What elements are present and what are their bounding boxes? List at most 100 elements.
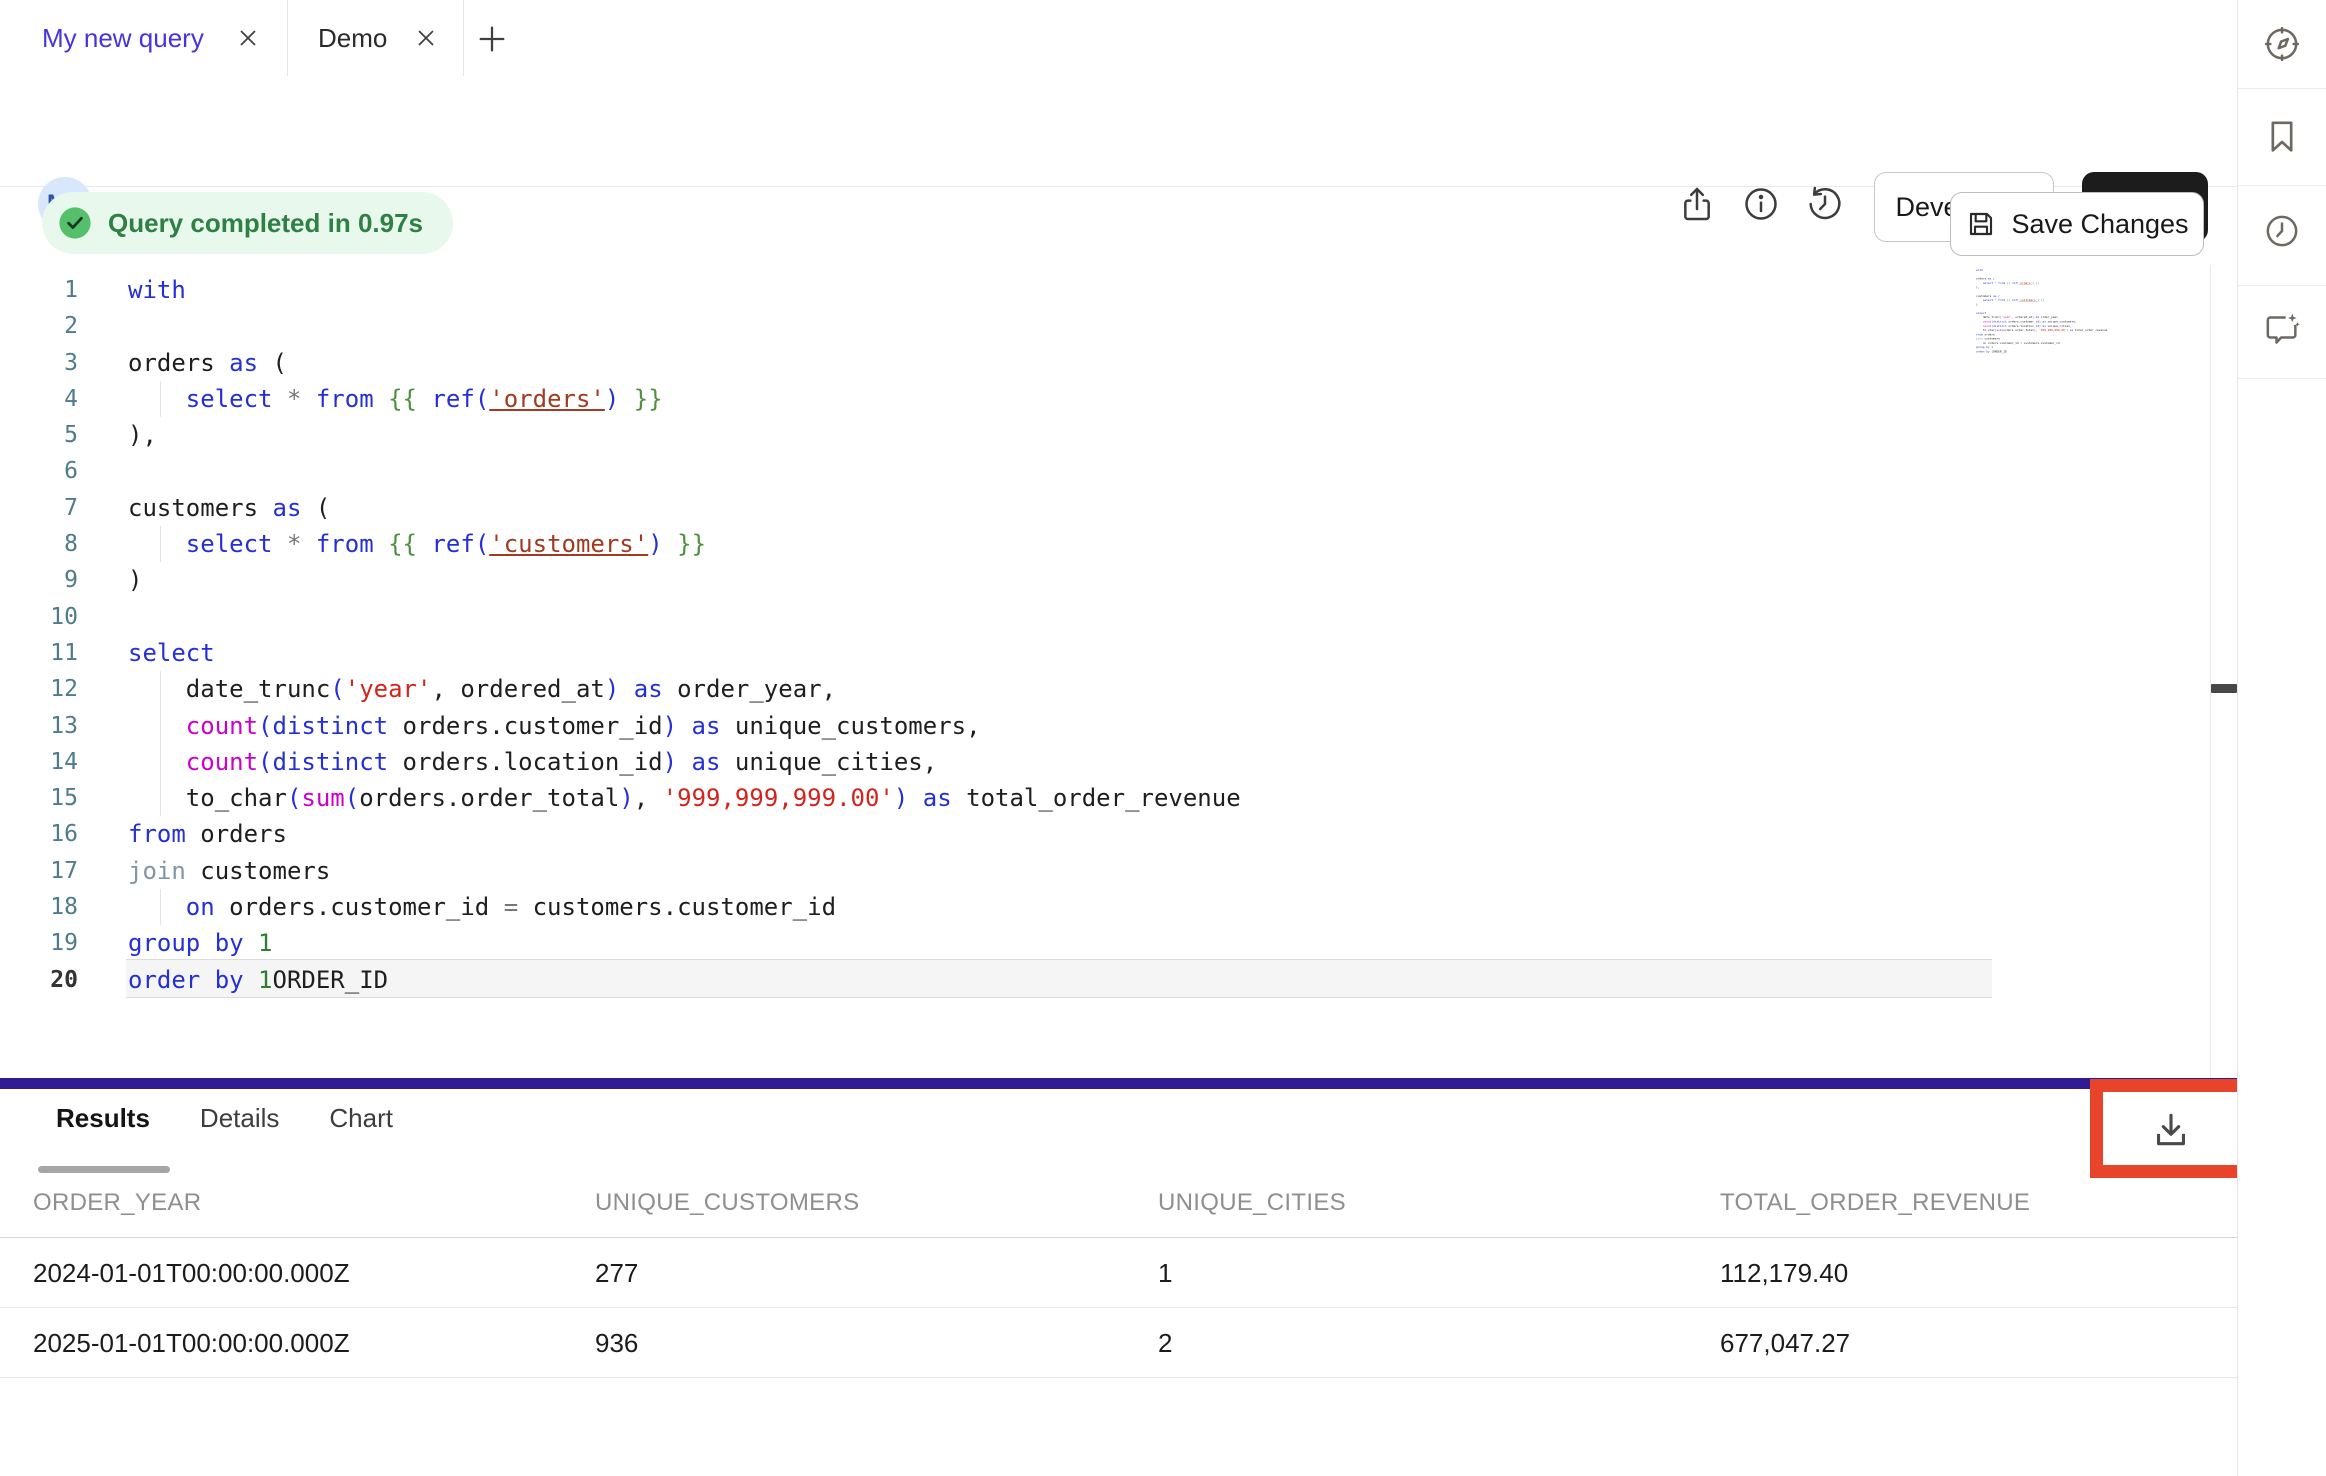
code-line-8[interactable]: select * from {{ ref('customers') }} bbox=[128, 526, 2028, 562]
gutter-line-number: 13 bbox=[0, 708, 78, 744]
results-panel-splitter[interactable] bbox=[0, 1078, 2237, 1089]
bookmarks-button[interactable] bbox=[2238, 117, 2326, 157]
code-line-17[interactable]: join customers bbox=[128, 853, 2028, 889]
tab-chart[interactable]: Chart bbox=[329, 1103, 393, 1134]
gutter-line-number: 19 bbox=[0, 925, 78, 961]
code-line-16[interactable]: from orders bbox=[128, 816, 2028, 852]
table-cell: 2024-01-01T00:00:00.000Z bbox=[33, 1238, 595, 1308]
gutter-line-number: 17 bbox=[0, 853, 78, 889]
editor-right-border bbox=[2210, 265, 2211, 1078]
gutter-line-number: 9 bbox=[0, 562, 78, 598]
recent-queries-button[interactable] bbox=[2238, 211, 2326, 251]
gutter-line-number: 1 bbox=[0, 272, 78, 308]
indent-guide bbox=[160, 744, 161, 780]
bookmark-icon bbox=[2262, 117, 2302, 157]
share-button[interactable] bbox=[1676, 183, 1718, 225]
gutter-line-number: 11 bbox=[0, 635, 78, 671]
code-line-12[interactable]: date_trunc('year', ordered_at) as order_… bbox=[128, 671, 2028, 707]
status-message: Query completed in 0.97s bbox=[108, 208, 423, 239]
gutter-line-number: 6 bbox=[0, 453, 78, 489]
close-icon[interactable] bbox=[235, 25, 261, 51]
indent-guide bbox=[160, 889, 161, 925]
gutter-line-number: 2 bbox=[0, 308, 78, 344]
gutter-line-number: 14 bbox=[0, 744, 78, 780]
tab-results[interactable]: Results bbox=[56, 1103, 150, 1134]
indent-guide bbox=[160, 526, 161, 562]
download-results-button[interactable] bbox=[2104, 1093, 2238, 1165]
history-icon bbox=[1805, 184, 1845, 224]
column-header[interactable]: ORDER_YEAR bbox=[33, 1178, 595, 1237]
table-row[interactable]: 2025-01-01T00:00:00.000Z9362677,047.27 bbox=[0, 1308, 2237, 1378]
column-header[interactable]: TOTAL_ORDER_REVENUE bbox=[1720, 1178, 2237, 1237]
code-line-14[interactable]: count(distinct orders.location_id) as un… bbox=[128, 744, 2028, 780]
query-ide-window: { "tab_bar": { "tabs": [ {"label": "My n… bbox=[0, 0, 2326, 1476]
code-line-10[interactable] bbox=[128, 599, 2028, 635]
info-icon bbox=[1741, 184, 1781, 224]
panel-resize-handle[interactable] bbox=[2211, 684, 2237, 693]
tab-label: My new query bbox=[42, 23, 204, 54]
code-line-11[interactable]: select bbox=[128, 635, 2028, 671]
code-line-15[interactable]: to_char(sum(orders.order_total), '999,99… bbox=[128, 780, 2028, 816]
table-row[interactable]: 2024-01-01T00:00:00.000Z2771112,179.40 bbox=[0, 1238, 2237, 1308]
code-line-6[interactable] bbox=[128, 453, 2028, 489]
sidebar-divider bbox=[2238, 378, 2326, 379]
gutter-line-number: 8 bbox=[0, 526, 78, 562]
gutter-line-number: 5 bbox=[0, 417, 78, 453]
new-tab-button[interactable] bbox=[472, 19, 512, 59]
column-header[interactable]: UNIQUE_CITIES bbox=[1158, 1178, 1720, 1237]
gutter-line-number: 12 bbox=[0, 671, 78, 707]
code-line-18[interactable]: on orders.customer_id = customers.custom… bbox=[128, 889, 2028, 925]
code-line-9[interactable]: ) bbox=[128, 562, 2028, 598]
save-changes-button[interactable]: Save Changes bbox=[1950, 192, 2204, 256]
gutter-line-number: 15 bbox=[0, 780, 78, 816]
right-sidebar bbox=[2237, 0, 2326, 1476]
clock-icon bbox=[2262, 211, 2302, 251]
table-cell: 277 bbox=[595, 1238, 1158, 1308]
results-tab-bar: Results Details Chart bbox=[56, 1103, 393, 1134]
tab-demo[interactable]: Demo bbox=[288, 0, 464, 76]
query-header: MS Your query Develop Run bbox=[0, 76, 2237, 187]
editor-minimap[interactable]: withorders as ( select * from {{ ref('or… bbox=[1976, 268, 2152, 478]
indent-guide bbox=[160, 780, 161, 816]
gutter-line-number: 18 bbox=[0, 889, 78, 925]
code-line-1[interactable]: with bbox=[128, 272, 2028, 308]
sidebar-divider bbox=[2238, 285, 2326, 286]
gutter-line-number: 4 bbox=[0, 381, 78, 417]
active-tab-underline bbox=[38, 1166, 170, 1173]
table-cell: 1 bbox=[1158, 1238, 1720, 1308]
tab-my-new-query[interactable]: My new query bbox=[12, 0, 288, 76]
gutter-line-number: 7 bbox=[0, 490, 78, 526]
tab-details[interactable]: Details bbox=[200, 1103, 279, 1134]
save-changes-label: Save Changes bbox=[2011, 209, 2188, 240]
code-line-13[interactable]: count(distinct orders.customer_id) as un… bbox=[128, 708, 2028, 744]
table-cell: 2025-01-01T00:00:00.000Z bbox=[33, 1308, 595, 1378]
ai-assistant-button[interactable] bbox=[2238, 310, 2326, 350]
results-table-header: ORDER_YEARUNIQUE_CUSTOMERSUNIQUE_CITIEST… bbox=[0, 1178, 2237, 1238]
gutter-line-number: 16 bbox=[0, 816, 78, 852]
query-status-badge: Query completed in 0.97s bbox=[42, 192, 453, 254]
gutter-line-number: 3 bbox=[0, 345, 78, 381]
gutter-line-number: 20 bbox=[0, 962, 78, 998]
line-number-gutter: 1234567891011121314151617181920 bbox=[0, 272, 78, 998]
table-cell: 112,179.40 bbox=[1720, 1238, 2237, 1308]
tab-label: Demo bbox=[318, 23, 387, 54]
explore-button[interactable] bbox=[2238, 24, 2326, 64]
code-line-2[interactable] bbox=[128, 308, 2028, 344]
table-cell: 677,047.27 bbox=[1720, 1308, 2237, 1378]
column-header[interactable]: UNIQUE_CUSTOMERS bbox=[595, 1178, 1158, 1237]
code-line-20[interactable]: order by 1ORDER_ID bbox=[128, 962, 2028, 998]
history-button[interactable] bbox=[1804, 183, 1846, 225]
code-line-7[interactable]: customers as ( bbox=[128, 490, 2028, 526]
code-line-4[interactable]: select * from {{ ref('orders') }} bbox=[128, 381, 2028, 417]
info-button[interactable] bbox=[1740, 183, 1782, 225]
code-line-19[interactable]: group by 1 bbox=[128, 925, 2028, 961]
sidebar-divider bbox=[2238, 185, 2326, 186]
code-line-20[interactable]: order by 1ORDER_ID bbox=[1976, 349, 2152, 353]
plus-icon bbox=[475, 22, 509, 56]
code-line-5[interactable]: ), bbox=[128, 417, 2028, 453]
minimap-code: withorders as ( select * from {{ ref('or… bbox=[1976, 268, 2152, 354]
close-icon[interactable] bbox=[413, 25, 439, 51]
code-editor[interactable]: with orders as ( select * from {{ ref('or… bbox=[128, 272, 2028, 998]
gutter-line-number: 10 bbox=[0, 599, 78, 635]
code-line-3[interactable]: orders as ( bbox=[128, 345, 2028, 381]
